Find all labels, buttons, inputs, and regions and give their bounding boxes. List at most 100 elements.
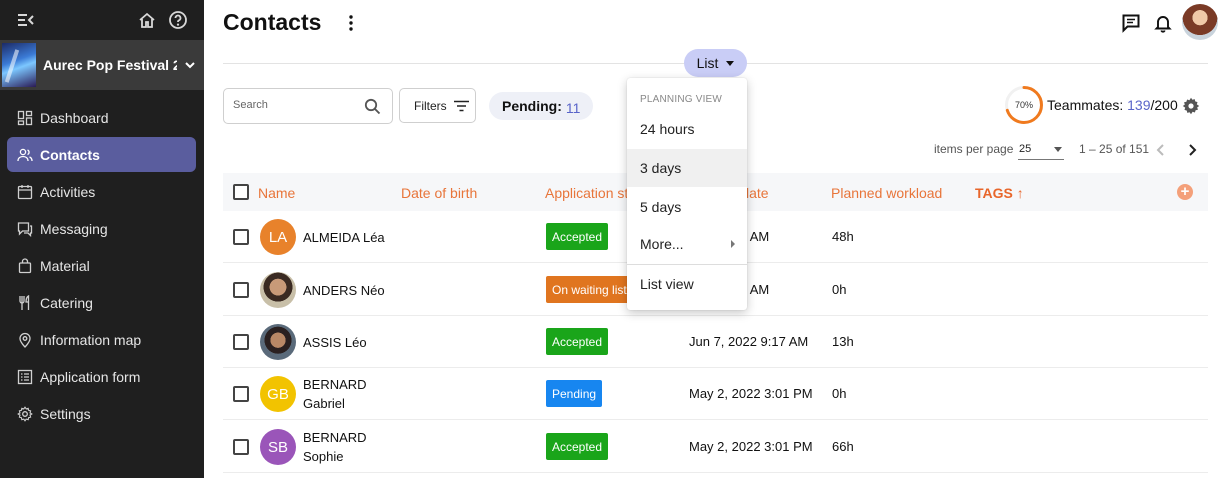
avatar: SB [260, 429, 296, 465]
sidebar-item-catering[interactable]: Catering [7, 285, 196, 320]
add-column-icon[interactable]: + [1177, 184, 1193, 200]
search-icon[interactable] [364, 98, 381, 115]
sidebar-item-messaging[interactable]: Messaging [7, 211, 196, 246]
pending-label: Pending: [502, 98, 562, 114]
sidebar-item-label: Material [40, 257, 90, 274]
workload-cell: 0h [832, 282, 847, 297]
contact-first-name: Sophie [303, 449, 344, 464]
menu-item-list-view[interactable]: List view [627, 265, 747, 303]
contacts-icon [17, 148, 33, 161]
chevron-down-icon [185, 62, 195, 69]
sidebar-item-label: Contacts [40, 146, 100, 163]
status-badge: Accepted [546, 223, 609, 250]
status-badge: Accepted [546, 433, 609, 460]
menu-item-3-days[interactable]: 3 days [627, 149, 747, 187]
sidebar-item-contacts[interactable]: Contacts [7, 137, 196, 172]
sidebar-item-dashboard[interactable]: Dashboard [7, 100, 196, 135]
gear-icon[interactable] [1182, 97, 1200, 115]
sidebar-item-settings[interactable]: Settings [7, 396, 196, 431]
bell-icon[interactable] [1153, 13, 1173, 33]
fork-knife-icon [19, 294, 30, 310]
table-row[interactable]: SB BERNARD Sophie Accepted May 2, 2022 3… [223, 421, 1208, 473]
workload-cell: 48h [832, 229, 854, 244]
search-input[interactable] [233, 99, 358, 111]
teammates-total: /200 [1150, 97, 1178, 113]
page-title: Contacts [223, 9, 322, 35]
sidebar-item-label: Catering [40, 294, 93, 311]
pagination-range: 1 – 25 of 151 [1079, 142, 1150, 156]
column-tags[interactable]: TAGS ↑ [975, 185, 1024, 201]
workload-cell: 66h [832, 439, 854, 454]
items-per-page-value: 25 [1019, 143, 1032, 155]
filter-icon [453, 100, 469, 111]
workload-cell: 13h [832, 334, 854, 349]
chevron-right-icon[interactable] [1185, 143, 1199, 157]
caret-down-icon [726, 61, 735, 66]
home-icon[interactable] [137, 10, 157, 30]
table-row[interactable]: GB BERNARD Gabriel Pending May 2, 2022 3… [223, 368, 1208, 420]
chevron-left-icon[interactable] [1154, 143, 1168, 157]
items-per-page-select[interactable]: 25 [1018, 140, 1064, 160]
sidebar-item-label: Information map [40, 331, 142, 348]
teammates-value: 139 [1127, 97, 1151, 113]
submenu-arrow-icon [731, 240, 735, 248]
pending-count: 11 [565, 100, 581, 116]
sidebar-item-application-form[interactable]: Application form [7, 359, 196, 394]
sidebar-item-activities[interactable]: Activities [7, 174, 196, 209]
pending-chip[interactable]: Pending: 11 [489, 92, 594, 120]
column-date[interactable]: late [746, 185, 769, 201]
caret-down-icon [1054, 147, 1062, 152]
row-checkbox[interactable] [233, 439, 249, 455]
sidebar-item-label: Activities [40, 183, 96, 200]
menu-item-more[interactable]: More... [627, 225, 747, 263]
avatar [260, 272, 296, 308]
avatar: GB [260, 376, 296, 412]
column-planned-workload[interactable]: Planned workload [831, 185, 942, 201]
menu-item-more-label: More... [640, 236, 684, 252]
contact-name[interactable]: ASSIS Léo [303, 333, 367, 352]
progress-label: 70% [1014, 100, 1033, 110]
select-all-checkbox[interactable] [233, 184, 249, 200]
avatar [260, 324, 296, 360]
form-icon [17, 369, 33, 384]
sidebar-item-information-map[interactable]: Information map [7, 322, 196, 357]
contact-name[interactable]: BERNARD Gabriel [303, 375, 367, 413]
avatar: LA [260, 219, 296, 255]
date-cell: Jun 7, 2022 9:17 AM [689, 334, 809, 349]
sidebar-item-label: Dashboard [40, 109, 109, 126]
contact-name[interactable]: ALMEIDA Léa [303, 228, 385, 247]
contact-name[interactable]: BERNARD Sophie [303, 428, 367, 466]
contact-name[interactable]: ANDERS Néo [303, 281, 385, 300]
row-checkbox[interactable] [233, 334, 249, 350]
more-options-icon[interactable] [347, 14, 355, 32]
status-badge: Accepted [546, 328, 609, 355]
row-checkbox[interactable] [233, 282, 249, 298]
user-avatar[interactable] [1182, 4, 1218, 40]
table-row[interactable]: ASSIS Léo Accepted Jun 7, 2022 9:17 AM 1… [223, 316, 1208, 368]
teammates-label: Teammates: [1047, 97, 1124, 113]
contact-first-name: Gabriel [303, 396, 345, 411]
column-name[interactable]: Name [258, 185, 295, 201]
row-checkbox[interactable] [233, 386, 249, 402]
event-selector[interactable]: Aurec Pop Festival 20… [0, 40, 204, 90]
teammates-count: Teammates: 139/200 [1047, 97, 1178, 113]
view-selector-button[interactable]: List [684, 49, 747, 77]
sidebar-top [0, 0, 204, 40]
calendar-icon [17, 184, 33, 199]
column-application-status[interactable]: Application st [545, 185, 628, 201]
collapse-menu-icon[interactable] [16, 10, 36, 30]
event-name: Aurec Pop Festival 20… [43, 57, 177, 73]
filters-button[interactable]: Filters [399, 88, 476, 123]
gear-icon [17, 405, 33, 422]
sidebar-item-material[interactable]: Material [7, 248, 196, 283]
date-cell: May 2, 2022 3:01 PM [689, 386, 813, 401]
chat-icon[interactable] [1121, 13, 1141, 33]
menu-item-24-hours[interactable]: 24 hours [627, 110, 747, 148]
row-checkbox[interactable] [233, 229, 249, 245]
sidebar-item-label: Messaging [40, 220, 108, 237]
help-icon[interactable] [168, 10, 188, 30]
column-date-of-birth[interactable]: Date of birth [401, 185, 477, 201]
dashboard-icon [17, 110, 33, 125]
menu-item-5-days[interactable]: 5 days [627, 188, 747, 226]
view-selector-label: List [696, 55, 719, 71]
